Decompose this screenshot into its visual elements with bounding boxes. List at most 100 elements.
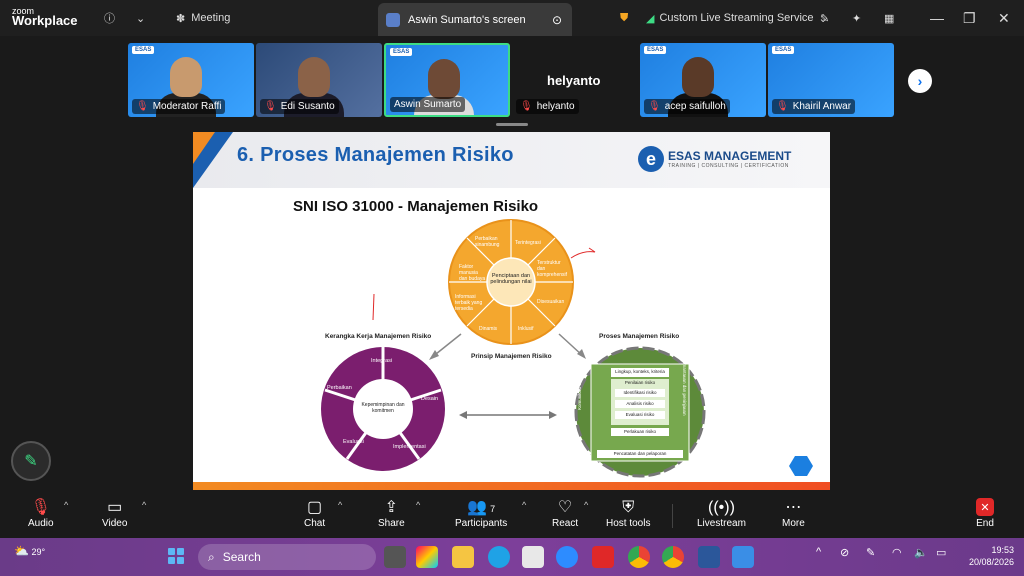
search-icon: ⌕	[208, 549, 215, 564]
livestream-label: Custom Live Streaming Service	[659, 12, 814, 24]
participant-tile-active[interactable]: ESAS Aswin Sumarto	[384, 43, 510, 117]
mic-off-icon: 🎙	[30, 499, 51, 516]
participant-name: 🎙 Khairil Anwar	[772, 99, 856, 114]
principle-label: Perbaikan sinambung	[475, 236, 500, 248]
process-item: Analisis risiko	[626, 401, 654, 406]
esas-logo: ESAS	[132, 46, 155, 54]
principle-label: Disesuaikan	[537, 299, 565, 305]
more-label: More	[782, 518, 805, 529]
weather-widget[interactable]: ⛅ 29°	[14, 544, 45, 558]
participant-tile[interactable]: ESAS 🎙 Moderator Raffi	[128, 43, 254, 117]
share-options-caret[interactable]: ^	[416, 500, 420, 510]
audio-button[interactable]: 🎙 Audio	[28, 498, 54, 529]
end-button[interactable]: ✕ End	[976, 498, 994, 529]
process-side-label: Komunikasi dan konsultasi	[577, 356, 582, 410]
share-button[interactable]: ⇪ Share	[378, 498, 405, 529]
participant-tile[interactable]: ESAS 🎙 acep saifulloh	[640, 43, 766, 117]
participants-options-caret[interactable]: ^	[522, 500, 526, 510]
participant-tile[interactable]: ESAS 🎙 Khairil Anwar	[768, 43, 894, 117]
annotation-arrow	[570, 247, 596, 259]
framework-item: Implementasi	[393, 444, 426, 450]
principle-label: Informasi terbaik yang tersedia	[455, 294, 483, 312]
zoom-app-icon[interactable]	[556, 546, 578, 568]
chat-button[interactable]: ▢ Chat	[304, 498, 325, 529]
host-tools-label: Host tools	[606, 518, 651, 529]
chevron-down-icon[interactable]: ⌄	[136, 8, 145, 28]
sparkle-icon[interactable]: ✦	[852, 8, 861, 28]
store-icon[interactable]	[522, 546, 544, 568]
mic-off-icon: 🎙	[648, 101, 661, 112]
video-options-caret[interactable]: ^	[142, 500, 146, 510]
esas-logo: ESAS	[644, 46, 667, 54]
battery-icon[interactable]: ▭	[936, 546, 946, 559]
photos-icon[interactable]	[732, 546, 754, 568]
chevron-up-icon[interactable]: ^	[816, 546, 821, 558]
iso-31000-diagram	[321, 219, 706, 478]
react-options-caret[interactable]: ^	[584, 500, 588, 510]
close-icon[interactable]: ✕	[998, 10, 1010, 27]
pen-icon[interactable]: ✎	[866, 546, 875, 559]
react-button[interactable]: ♡ React	[552, 498, 578, 529]
framework-item: Desain	[421, 396, 439, 402]
start-button-icon[interactable]	[168, 548, 184, 564]
mic-off-icon: 🎙	[136, 101, 149, 112]
edge-icon[interactable]	[488, 546, 510, 568]
meeting-label: Meeting	[191, 12, 231, 24]
restore-icon[interactable]: ❐	[963, 10, 976, 27]
host-tools-button[interactable]: ⛨ Host tools	[606, 498, 650, 529]
logo-bottom-text: Workplace	[12, 13, 78, 28]
react-label: React	[552, 518, 579, 529]
network-off-icon[interactable]: ⊘	[840, 546, 849, 559]
more-button[interactable]: ⋯ More	[782, 498, 805, 529]
audio-options-caret[interactable]: ^	[64, 500, 68, 510]
esas-logo: ESAS	[390, 48, 413, 56]
strip-drag-handle[interactable]	[496, 123, 528, 126]
next-page-button[interactable]: ›	[908, 69, 932, 93]
taskbar-clock[interactable]: 19:53 20/08/2026	[956, 544, 1014, 568]
file-explorer-icon[interactable]	[452, 546, 474, 568]
video-button[interactable]: ▭ Video	[102, 498, 127, 529]
chrome-profile-icon[interactable]	[662, 546, 684, 568]
info-icon[interactable]: ⓘ	[104, 8, 115, 28]
signal-icon: ◢	[646, 12, 655, 25]
end-call-icon: ✕	[976, 498, 994, 516]
shield-icon[interactable]: ⛊	[620, 8, 628, 28]
principle-label: Dinamis	[479, 326, 498, 332]
share-label: Share	[378, 518, 405, 529]
tab-shared-screen[interactable]: Aswin Sumarto's screen ⊙	[378, 3, 572, 36]
grid-view-icon[interactable]: ▦	[884, 8, 894, 28]
more-options-icon[interactable]: ⊙	[552, 13, 562, 27]
process-item: Identifikasi risiko	[623, 390, 657, 395]
task-view-icon[interactable]	[384, 546, 406, 568]
chrome-icon[interactable]	[628, 546, 650, 568]
participant-name: 🎙 acep saifulloh	[644, 99, 730, 114]
framework-item: Integrasi	[371, 358, 393, 364]
wifi-icon[interactable]: ◠	[892, 546, 902, 559]
process-item: Penilaian risiko	[624, 380, 656, 385]
slide-bottom-bar	[193, 482, 830, 490]
participants-icon: 👥 7	[467, 499, 496, 516]
annotate-pen-button[interactable]: ✎	[11, 441, 51, 481]
pen-icon[interactable]: ✎	[820, 8, 829, 28]
process-item: Perlakuan risiko	[623, 429, 656, 434]
meeting-button[interactable]: ✽ Meeting	[176, 8, 230, 28]
principles-center-label: Penciptaan dan pelindungan nilai	[490, 273, 532, 285]
taskbar-search[interactable]: ⌕ Search	[198, 544, 376, 570]
participant-tile[interactable]: 🎙 Edi Susanto	[256, 43, 382, 117]
paw-icon: ✽	[176, 12, 186, 25]
livestream-button[interactable]: ◢ Custom Live Streaming Service ⌄	[646, 8, 828, 28]
app-l-icon[interactable]	[592, 546, 614, 568]
process-caption: Proses Manajemen Risiko	[599, 333, 680, 340]
chat-icon: ▢	[307, 499, 323, 516]
minimize-icon[interactable]: —	[930, 10, 944, 26]
word-icon[interactable]	[698, 546, 720, 568]
screen: zoom Workplace ⓘ ⌄ ✽ Meeting Aswin Sumar…	[0, 0, 1024, 576]
toolbar-divider	[672, 504, 673, 528]
livestream-button[interactable]: ((•)) Livestream	[697, 498, 746, 529]
principle-label: Terstruktur dan komprehensif	[537, 260, 568, 278]
search-placeholder: Search	[222, 550, 261, 564]
participants-button[interactable]: 👥 7 Participants	[455, 498, 507, 529]
speaker-icon[interactable]: 🔈	[914, 546, 928, 559]
chat-options-caret[interactable]: ^	[338, 500, 342, 510]
copilot-icon[interactable]	[416, 546, 438, 568]
